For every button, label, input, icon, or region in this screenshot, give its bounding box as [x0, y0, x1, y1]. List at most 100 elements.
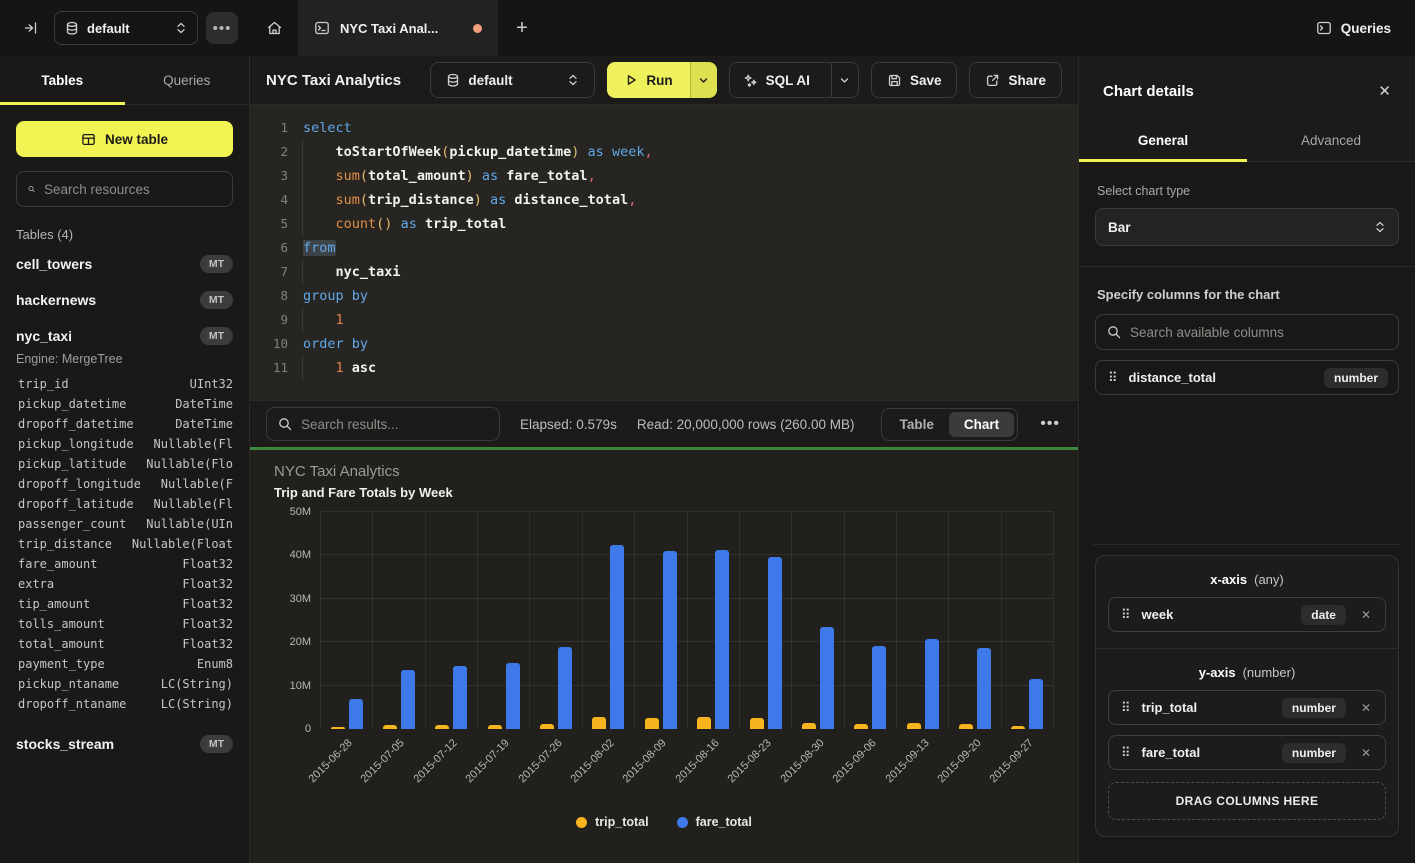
- drag-handle-icon[interactable]: ⠿: [1121, 608, 1131, 621]
- editor-line: 9 1: [264, 308, 1078, 332]
- bar-trip_total: [645, 718, 659, 729]
- column-chip-week[interactable]: ⠿weekdate✕: [1108, 597, 1386, 632]
- column-type: Nullable(UIn: [146, 514, 233, 534]
- sidebar-tab-tables[interactable]: Tables: [0, 56, 125, 104]
- line-number: 6: [264, 236, 288, 260]
- chart-details-tabs: General Advanced: [1079, 120, 1415, 162]
- table-row-stocks-stream[interactable]: stocks_stream MT: [16, 726, 233, 762]
- results-search: [266, 407, 500, 441]
- line-number: 7: [264, 260, 288, 284]
- query-database-selector[interactable]: default: [430, 62, 595, 98]
- column-type: Nullable(Fl: [154, 434, 233, 454]
- updown-chevron-icon: [1374, 220, 1386, 234]
- sidebar-tab-queries[interactable]: Queries: [125, 56, 250, 104]
- share-button[interactable]: Share: [969, 62, 1062, 98]
- column-row: dropoff_latitudeNullable(Fl: [18, 494, 233, 514]
- share-label: Share: [1008, 73, 1046, 88]
- queries-button[interactable]: Queries: [1316, 20, 1391, 36]
- play-icon: [624, 73, 638, 87]
- new-table-label: New table: [105, 132, 168, 147]
- legend-item-trip_total[interactable]: trip_total: [576, 815, 648, 829]
- remove-icon[interactable]: ✕: [1357, 608, 1375, 622]
- new-table-button[interactable]: New table: [16, 121, 233, 157]
- code-text: toStartOfWeek(pickup_datetime) as week,: [288, 140, 653, 164]
- workspace-more-button[interactable]: •••: [206, 12, 238, 44]
- tab-advanced[interactable]: Advanced: [1247, 120, 1415, 161]
- chip-name: week: [1142, 607, 1291, 622]
- drag-handle-icon[interactable]: ⠿: [1121, 701, 1131, 714]
- tab-general[interactable]: General: [1079, 120, 1247, 161]
- divider: [1079, 266, 1415, 267]
- new-tab-button[interactable]: +: [498, 0, 546, 56]
- drag-handle-icon[interactable]: ⠿: [1121, 746, 1131, 759]
- column-chip-trip_total[interactable]: ⠿trip_totalnumber✕: [1108, 690, 1386, 725]
- remove-icon[interactable]: ✕: [1357, 746, 1375, 760]
- workspace-database-value: default: [87, 21, 130, 36]
- elapsed-stat: Elapsed: 0.579s: [520, 417, 617, 432]
- query-database-value: default: [468, 73, 559, 88]
- view-toggle-chart[interactable]: Chart: [949, 412, 1014, 437]
- tab-strip: NYC Taxi Anal... + Queries: [250, 0, 1415, 56]
- bar-group: [844, 512, 896, 729]
- x-tick-cell: 2015-09-27: [1001, 729, 1053, 815]
- sql-editor[interactable]: 1select2 toStartOfWeek(pickup_datetime) …: [250, 105, 1078, 400]
- tab-nyc-taxi-analytics[interactable]: NYC Taxi Anal...: [298, 0, 498, 56]
- chart-type-select[interactable]: Bar: [1095, 208, 1399, 246]
- table-row-hackernews[interactable]: hackernews MT: [16, 282, 233, 318]
- run-options-button[interactable]: [690, 62, 717, 98]
- sidebar-search-input[interactable]: [44, 182, 221, 197]
- chart-details-body: Select chart type Bar Specify columns fo…: [1079, 162, 1415, 863]
- column-name: total_amount: [18, 634, 105, 654]
- chart-details-panel: Chart details ✕ General Advanced Select …: [1078, 56, 1415, 863]
- table-row-cell-towers[interactable]: cell_towers MT: [16, 246, 233, 282]
- column-row: fare_amountFloat32: [18, 554, 233, 574]
- column-name: trip_id: [18, 374, 69, 394]
- x-axis-labels: 2015-06-282015-07-052015-07-122015-07-19…: [320, 729, 1054, 815]
- legend-dot: [576, 817, 587, 828]
- view-toggle-table[interactable]: Table: [885, 412, 949, 437]
- database-icon: [446, 73, 460, 88]
- bar-fare_total: [768, 557, 782, 729]
- query-toolbar: NYC Taxi Analytics default Run: [250, 56, 1078, 105]
- engine-badge: MT: [200, 327, 233, 345]
- drag-handle-icon[interactable]: ⠿: [1108, 371, 1118, 384]
- workspace-database-selector[interactable]: default: [54, 11, 198, 45]
- columns-search: [1095, 314, 1399, 350]
- save-button[interactable]: Save: [871, 62, 958, 98]
- legend-item-fare_total[interactable]: fare_total: [677, 815, 752, 829]
- bar-group: [791, 512, 843, 729]
- line-number: 3: [264, 164, 288, 188]
- close-icon[interactable]: ✕: [1378, 82, 1391, 100]
- column-chip-fare_total[interactable]: ⠿fare_totalnumber✕: [1108, 735, 1386, 770]
- run-button[interactable]: Run: [607, 62, 689, 98]
- sql-ai-label: SQL AI: [766, 73, 810, 88]
- sidebar-tabs: Tables Queries: [0, 56, 249, 105]
- sidebar-search: [16, 171, 233, 207]
- collapse-sidebar-button[interactable]: [16, 13, 46, 43]
- chart-subtitle: Trip and Fare Totals by Week: [274, 485, 1054, 500]
- table-row-nyc-taxi[interactable]: nyc_taxi MT: [16, 318, 233, 354]
- axis-config: x-axis(any) ⠿weekdate✕ y-axis(number) ⠿t…: [1095, 544, 1399, 837]
- columns-search-input[interactable]: [1130, 325, 1387, 340]
- bar-group: [687, 512, 739, 729]
- remove-icon[interactable]: ✕: [1357, 701, 1375, 715]
- column-row: pickup_longitudeNullable(Fl: [18, 434, 233, 454]
- sql-ai-options-button[interactable]: [831, 63, 858, 97]
- engine-badge: MT: [200, 735, 233, 753]
- chart-plot-area: [320, 512, 1054, 729]
- engine-badge: MT: [200, 291, 233, 309]
- drag-columns-dropzone[interactable]: DRAG COLUMNS HERE: [1108, 782, 1386, 820]
- column-row: pickup_latitudeNullable(Flo: [18, 454, 233, 474]
- column-name: dropoff_latitude: [18, 494, 134, 514]
- results-search-input[interactable]: [301, 417, 488, 432]
- chip-name: trip_total: [1142, 700, 1271, 715]
- bar-fare_total: [715, 550, 729, 729]
- results-more-button[interactable]: •••: [1038, 415, 1062, 433]
- home-button[interactable]: [250, 0, 298, 56]
- x-tick-label: 2015-06-28: [306, 737, 354, 785]
- editor-line: 10order by: [264, 332, 1078, 356]
- bar-trip_total: [750, 718, 764, 729]
- sql-ai-button[interactable]: SQL AI: [730, 63, 823, 97]
- column-chip-distance_total[interactable]: ⠿distance_totalnumber: [1095, 360, 1399, 395]
- x-axis-chips: ⠿weekdate✕: [1108, 597, 1386, 632]
